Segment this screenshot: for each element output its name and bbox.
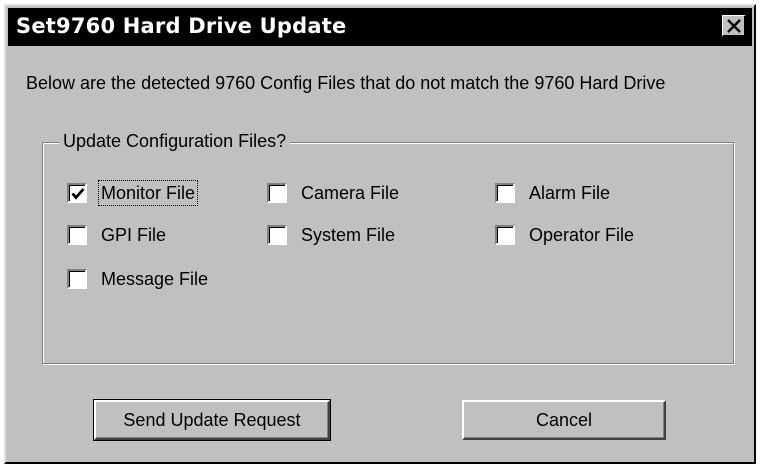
checkbox-label[interactable]: Monitor File bbox=[97, 180, 199, 206]
checkbox-box[interactable] bbox=[67, 225, 87, 245]
title-bar[interactable]: Set9760 Hard Drive Update bbox=[8, 8, 752, 46]
close-button[interactable] bbox=[722, 15, 746, 37]
checkbox-box[interactable] bbox=[495, 183, 515, 203]
description-text: Below are the detected 9760 Config Files… bbox=[26, 73, 666, 93]
checkbox-label[interactable]: GPI File bbox=[99, 223, 168, 247]
dialog-window: Set9760 Hard Drive Update Below are the … bbox=[4, 4, 756, 464]
update-config-groupbox: Update Configuration Files? Monitor File… bbox=[42, 130, 734, 364]
checkbox-box[interactable] bbox=[67, 269, 87, 289]
checkbox-box[interactable] bbox=[67, 183, 87, 203]
cancel-button[interactable]: Cancel bbox=[462, 400, 666, 440]
send-update-request-button[interactable]: Send Update Request bbox=[93, 399, 331, 441]
checkbox-label[interactable]: Alarm File bbox=[527, 181, 612, 205]
checkbox-label[interactable]: Message File bbox=[99, 267, 210, 291]
checkmark-icon bbox=[71, 188, 85, 200]
close-x-icon bbox=[727, 19, 741, 33]
groupbox-legend: Update Configuration Files? bbox=[59, 130, 291, 152]
window-title: Set9760 Hard Drive Update bbox=[16, 14, 347, 38]
checkbox-box[interactable] bbox=[267, 225, 287, 245]
checkbox-label[interactable]: Camera File bbox=[299, 181, 401, 205]
checkbox-label[interactable]: System File bbox=[299, 223, 397, 247]
checkbox-box[interactable] bbox=[495, 225, 515, 245]
checkbox-label[interactable]: Operator File bbox=[527, 223, 636, 247]
checkbox-box[interactable] bbox=[267, 183, 287, 203]
